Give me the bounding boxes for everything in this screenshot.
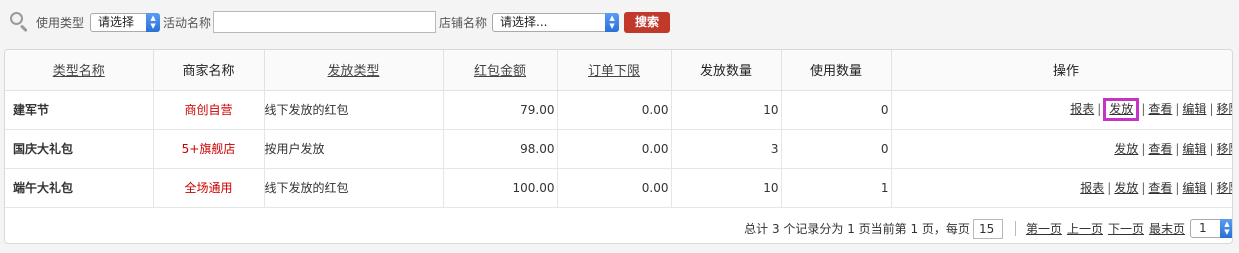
used-count-cell: 0 <box>781 129 892 169</box>
usage-type-select[interactable]: 请选择 ▲ ▼ <box>90 12 161 32</box>
merchant-cell: 商创自营 <box>153 90 265 130</box>
column-header-issue-type[interactable]: 发放类型 <box>264 50 444 91</box>
table-header-row: 类型名称 商家名称 发放类型 红包金额 订单下限 发放数量 使用数量 操作 <box>5 50 1232 91</box>
report-link[interactable]: 报表 <box>1070 102 1094 116</box>
actions-cell: 报表|发放|查看|编辑|移除 <box>891 90 1232 130</box>
amount-cell: 79.00 <box>443 90 558 130</box>
merchant-cell: 全场通用 <box>153 168 265 208</box>
column-header-type-name[interactable]: 类型名称 <box>5 50 154 91</box>
chevron-updown-icon: ▲ ▼ <box>605 12 620 32</box>
highlight-box: 发放 <box>1103 98 1140 121</box>
bonus-type-table: 类型名称 商家名称 发放类型 红包金额 订单下限 发放数量 使用数量 操作 建军… <box>4 49 1233 244</box>
issued-count-cell: 3 <box>671 129 782 169</box>
issue-type-cell: 按用户发放 <box>264 129 444 169</box>
type-name-cell: 国庆大礼包 <box>5 129 154 169</box>
issue-link[interactable]: 发放 <box>1109 102 1133 116</box>
pagination-summary: 总计 3 个记录分为 1 页当前第 1 页，每页 <box>744 222 970 236</box>
remove-link[interactable]: 移除 <box>1216 142 1232 156</box>
view-link[interactable]: 查看 <box>1148 102 1172 116</box>
amount-cell: 98.00 <box>443 129 558 169</box>
search-icon <box>8 11 30 33</box>
column-header-actions: 操作 <box>891 50 1232 91</box>
page-select[interactable]: 1 ▲ ▼ <box>1190 219 1232 238</box>
page-size-input[interactable]: 15 <box>972 218 1003 239</box>
activity-name-label: 活动名称 <box>163 15 212 30</box>
view-link[interactable]: 查看 <box>1148 181 1172 195</box>
edit-link[interactable]: 编辑 <box>1182 181 1206 195</box>
edit-link[interactable]: 编辑 <box>1182 102 1206 116</box>
report-link[interactable]: 报表 <box>1080 181 1104 195</box>
used-count-cell: 0 <box>781 90 892 130</box>
actions-cell: 报表|发放|查看|编辑|移除 <box>891 168 1232 208</box>
prev-page-link[interactable]: 上一页 <box>1067 220 1103 237</box>
divider <box>1014 221 1016 236</box>
min-order-cell: 0.00 <box>557 90 672 130</box>
issue-link[interactable]: 发放 <box>1114 142 1138 156</box>
column-header-min-order[interactable]: 订单下限 <box>557 50 672 91</box>
merchant-cell: 5+旗舰店 <box>153 129 265 169</box>
chevron-updown-icon: ▲ ▼ <box>1220 219 1232 238</box>
column-header-issued-count: 发放数量 <box>671 50 782 91</box>
actions-cell: 发放|查看|编辑|移除 <box>891 129 1232 169</box>
issue-type-cell: 线下发放的红包 <box>264 90 444 130</box>
table-row: 国庆大礼包 5+旗舰店 按用户发放 98.00 0.00 3 0 发放 | 查看 | 编… <box>5 129 1232 169</box>
column-header-amount[interactable]: 红包金额 <box>443 50 558 91</box>
store-name-select[interactable]: 请选择... ▲ ▼ <box>492 12 620 32</box>
table-row: 建军节 商创自营 线下发放的红包 79.00 0.00 10 0 报表 | 发放 | 查… <box>5 90 1232 130</box>
first-page-link[interactable]: 第一页 <box>1026 220 1062 237</box>
table-row: 端午大礼包 全场通用 线下发放的红包 100.00 0.00 10 1 报表 | 发… <box>5 168 1232 208</box>
type-name-cell: 建军节 <box>5 90 154 130</box>
issued-count-cell: 10 <box>671 168 782 208</box>
min-order-cell: 0.00 <box>557 129 672 169</box>
issue-link[interactable]: 发放 <box>1114 181 1138 195</box>
last-page-link[interactable]: 最末页 <box>1149 220 1185 237</box>
activity-name-input[interactable] <box>213 11 437 33</box>
filter-bar: 使用类型 请选择 ▲ ▼ 活动名称 店铺名称 请选择... ▲ ▼ 搜索 <box>8 9 1238 35</box>
pagination: 总计 3 个记录分为 1 页当前第 1 页，每页 15 第一页 上一页 下一页 … <box>5 213 1232 243</box>
usage-type-label: 使用类型 <box>36 15 85 30</box>
store-name-label: 店铺名称 <box>439 15 488 30</box>
type-name-cell: 端午大礼包 <box>5 168 154 208</box>
column-header-merchant: 商家名称 <box>153 50 265 91</box>
chevron-updown-icon: ▲ ▼ <box>146 12 161 32</box>
min-order-cell: 0.00 <box>557 168 672 208</box>
column-header-used-count: 使用数量 <box>781 50 892 91</box>
issue-type-cell: 线下发放的红包 <box>264 168 444 208</box>
edit-link[interactable]: 编辑 <box>1182 142 1206 156</box>
used-count-cell: 1 <box>781 168 892 208</box>
remove-link[interactable]: 移除 <box>1216 102 1232 116</box>
search-button[interactable]: 搜索 <box>624 11 671 33</box>
amount-cell: 100.00 <box>443 168 558 208</box>
remove-link[interactable]: 移除 <box>1216 181 1232 195</box>
issued-count-cell: 10 <box>671 90 782 130</box>
view-link[interactable]: 查看 <box>1148 142 1172 156</box>
next-page-link[interactable]: 下一页 <box>1108 220 1144 237</box>
